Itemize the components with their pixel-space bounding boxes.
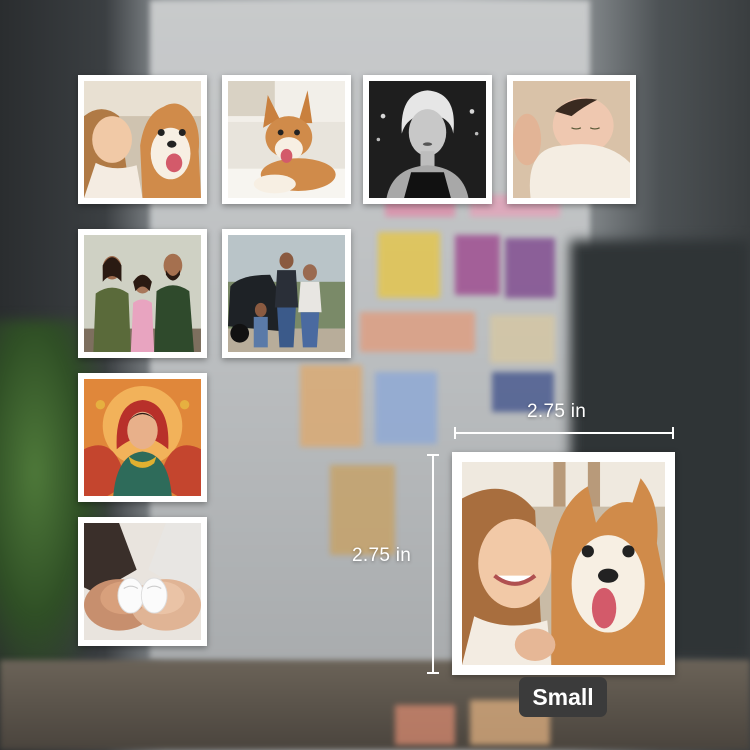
fridge-art <box>505 238 555 298</box>
photo-print-family-portrait[interactable] <box>78 229 207 358</box>
photo-print-corgi-on-sofa[interactable] <box>222 75 351 204</box>
photo-baby-shoes-in-hands <box>84 523 201 640</box>
fridge-art <box>395 705 455 745</box>
photo-family-with-car <box>228 235 345 352</box>
photo-corgi-on-sofa <box>228 81 345 198</box>
photo-print-baby-shoes-in-hands[interactable] <box>78 517 207 646</box>
size-name-badge: Small <box>519 677 607 717</box>
photo-newborn-baby <box>513 81 630 198</box>
width-dimension-line <box>454 427 674 439</box>
photo-print-illustrated-woman[interactable] <box>78 373 207 502</box>
fridge-art <box>378 232 440 298</box>
photo-print-newborn-baby[interactable] <box>507 75 636 204</box>
fridge-art <box>490 315 555 363</box>
photo-print-black-and-white-portrait[interactable] <box>363 75 492 204</box>
photo-print-woman-with-corgi[interactable] <box>78 75 207 204</box>
photo-woman-with-corgi-large <box>462 462 665 665</box>
photo-woman-with-corgi <box>84 81 201 198</box>
photo-family-portrait <box>84 235 201 352</box>
fridge-art <box>360 312 475 352</box>
photo-black-and-white-portrait <box>369 81 486 198</box>
fridge-art <box>300 365 362 447</box>
fridge-art <box>455 235 500 295</box>
fridge-art <box>375 372 437 444</box>
height-dimension-line <box>427 454 439 674</box>
width-label: 2.75 in <box>527 401 587 422</box>
height-label: 2.75 in <box>352 545 412 566</box>
photo-print-woman-with-corgi-large[interactable] <box>452 452 675 675</box>
photo-print-family-with-car[interactable] <box>222 229 351 358</box>
photo-illustrated-woman <box>84 379 201 496</box>
fridge-art <box>330 465 395 555</box>
